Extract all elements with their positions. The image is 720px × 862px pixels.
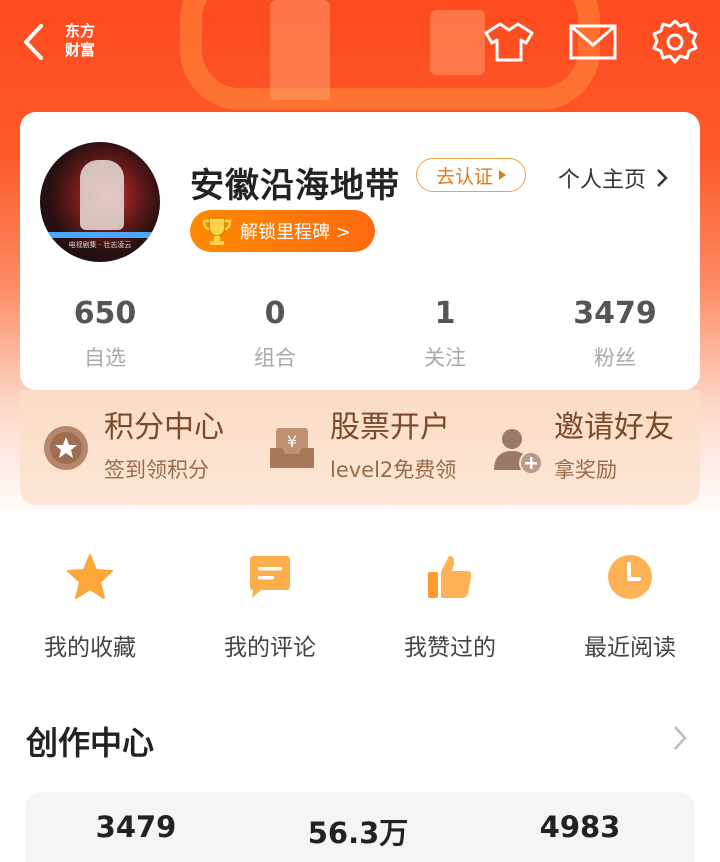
messages-button[interactable]: [566, 18, 620, 66]
yuan-box-icon: ¥: [268, 424, 316, 472]
trophy-icon: [202, 217, 232, 245]
settings-icon: [652, 19, 698, 64]
username: 安徽沿海地带: [190, 166, 400, 206]
creator-stat[interactable]: 4983: [490, 810, 670, 844]
avatar-band: [40, 232, 160, 238]
avatar-caption: 电视剧集 · 壮志凌云: [68, 241, 132, 249]
quick-my-comments[interactable]: 我的评论: [180, 552, 360, 662]
homepage-label: 个人主页: [558, 168, 647, 193]
star-badge-icon: [42, 424, 90, 472]
tshirt-icon: [484, 22, 534, 62]
comment-icon: [245, 552, 295, 602]
promo-strip: 积分中心 签到领积分 ¥ 股票开户 level2免费领 邀请好友 拿奖励: [20, 390, 700, 505]
back-button[interactable]: [14, 20, 54, 64]
star-icon: [65, 552, 115, 602]
profile-card: 电视剧集 · 壮志凌云 安徽沿海地带 去认证 个人主页 解锁里程碑 > 650 …: [20, 112, 700, 390]
milestone-button[interactable]: 解锁里程碑 >: [190, 210, 375, 252]
homepage-link[interactable]: 个人主页: [558, 162, 668, 194]
stat-followers[interactable]: 3479 粉丝: [545, 294, 685, 372]
creator-center-arrow[interactable]: [672, 724, 696, 754]
back-icon: [24, 24, 43, 60]
mail-icon: [569, 24, 617, 60]
quick-my-likes[interactable]: 我赞过的: [360, 552, 540, 662]
promo-points-center[interactable]: 积分中心 签到领积分: [42, 408, 224, 484]
chevron-right-icon: [674, 726, 687, 750]
verify-label: 去认证: [435, 165, 493, 188]
svg-text:¥: ¥: [287, 432, 297, 451]
stat-portfolio[interactable]: 0 组合: [205, 294, 345, 372]
skin-button[interactable]: [482, 18, 536, 66]
play-triangle-icon: [499, 170, 506, 180]
chevron-right-icon: [657, 169, 668, 187]
quick-my-favorites[interactable]: 我的收藏: [0, 552, 180, 662]
creator-stats-card: 3479 56.3万 4983: [26, 792, 694, 862]
stat-following[interactable]: 1 关注: [375, 294, 515, 372]
creator-stat[interactable]: 56.3万: [268, 810, 448, 852]
creator-stat[interactable]: 3479: [46, 810, 226, 844]
clock-icon: [605, 552, 655, 602]
top-bar: 东方 财富: [0, 0, 720, 90]
stat-watchlist[interactable]: 650 自选: [35, 294, 175, 372]
promo-invite-friends[interactable]: 邀请好友 拿奖励: [492, 408, 674, 484]
thumbs-up-icon: [425, 552, 475, 602]
quick-recent-reading[interactable]: 最近阅读: [540, 552, 720, 662]
add-user-icon: [492, 424, 543, 475]
app-logo: 东方 财富: [64, 22, 95, 59]
avatar-figure: [80, 160, 124, 230]
milestone-label: 解锁里程碑 >: [240, 222, 351, 243]
verify-button[interactable]: 去认证: [416, 158, 526, 192]
creator-center-title: 创作中心: [26, 724, 155, 762]
avatar[interactable]: 电视剧集 · 壮志凌云: [40, 142, 160, 262]
settings-button[interactable]: [648, 18, 702, 66]
promo-stock-account[interactable]: ¥ 股票开户 level2免费领: [268, 408, 456, 484]
